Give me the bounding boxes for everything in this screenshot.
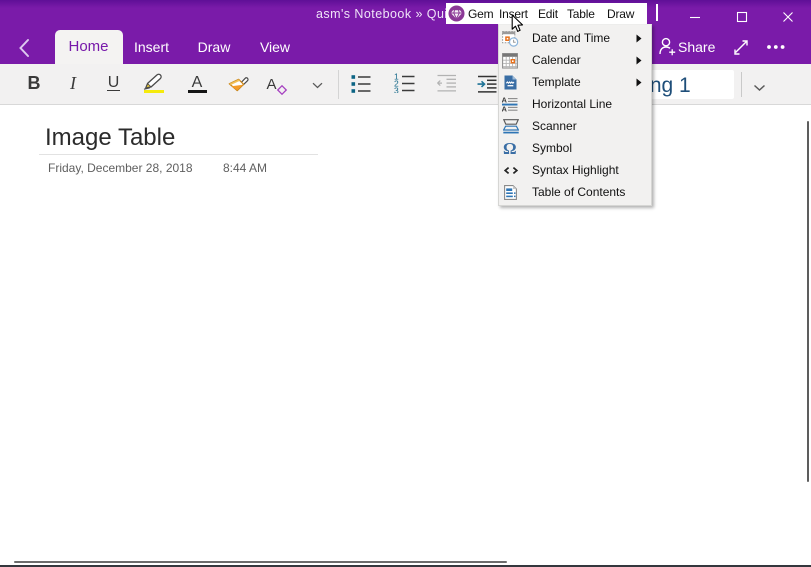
svg-text:A: A <box>502 104 508 112</box>
svg-text:3: 3 <box>394 86 399 94</box>
